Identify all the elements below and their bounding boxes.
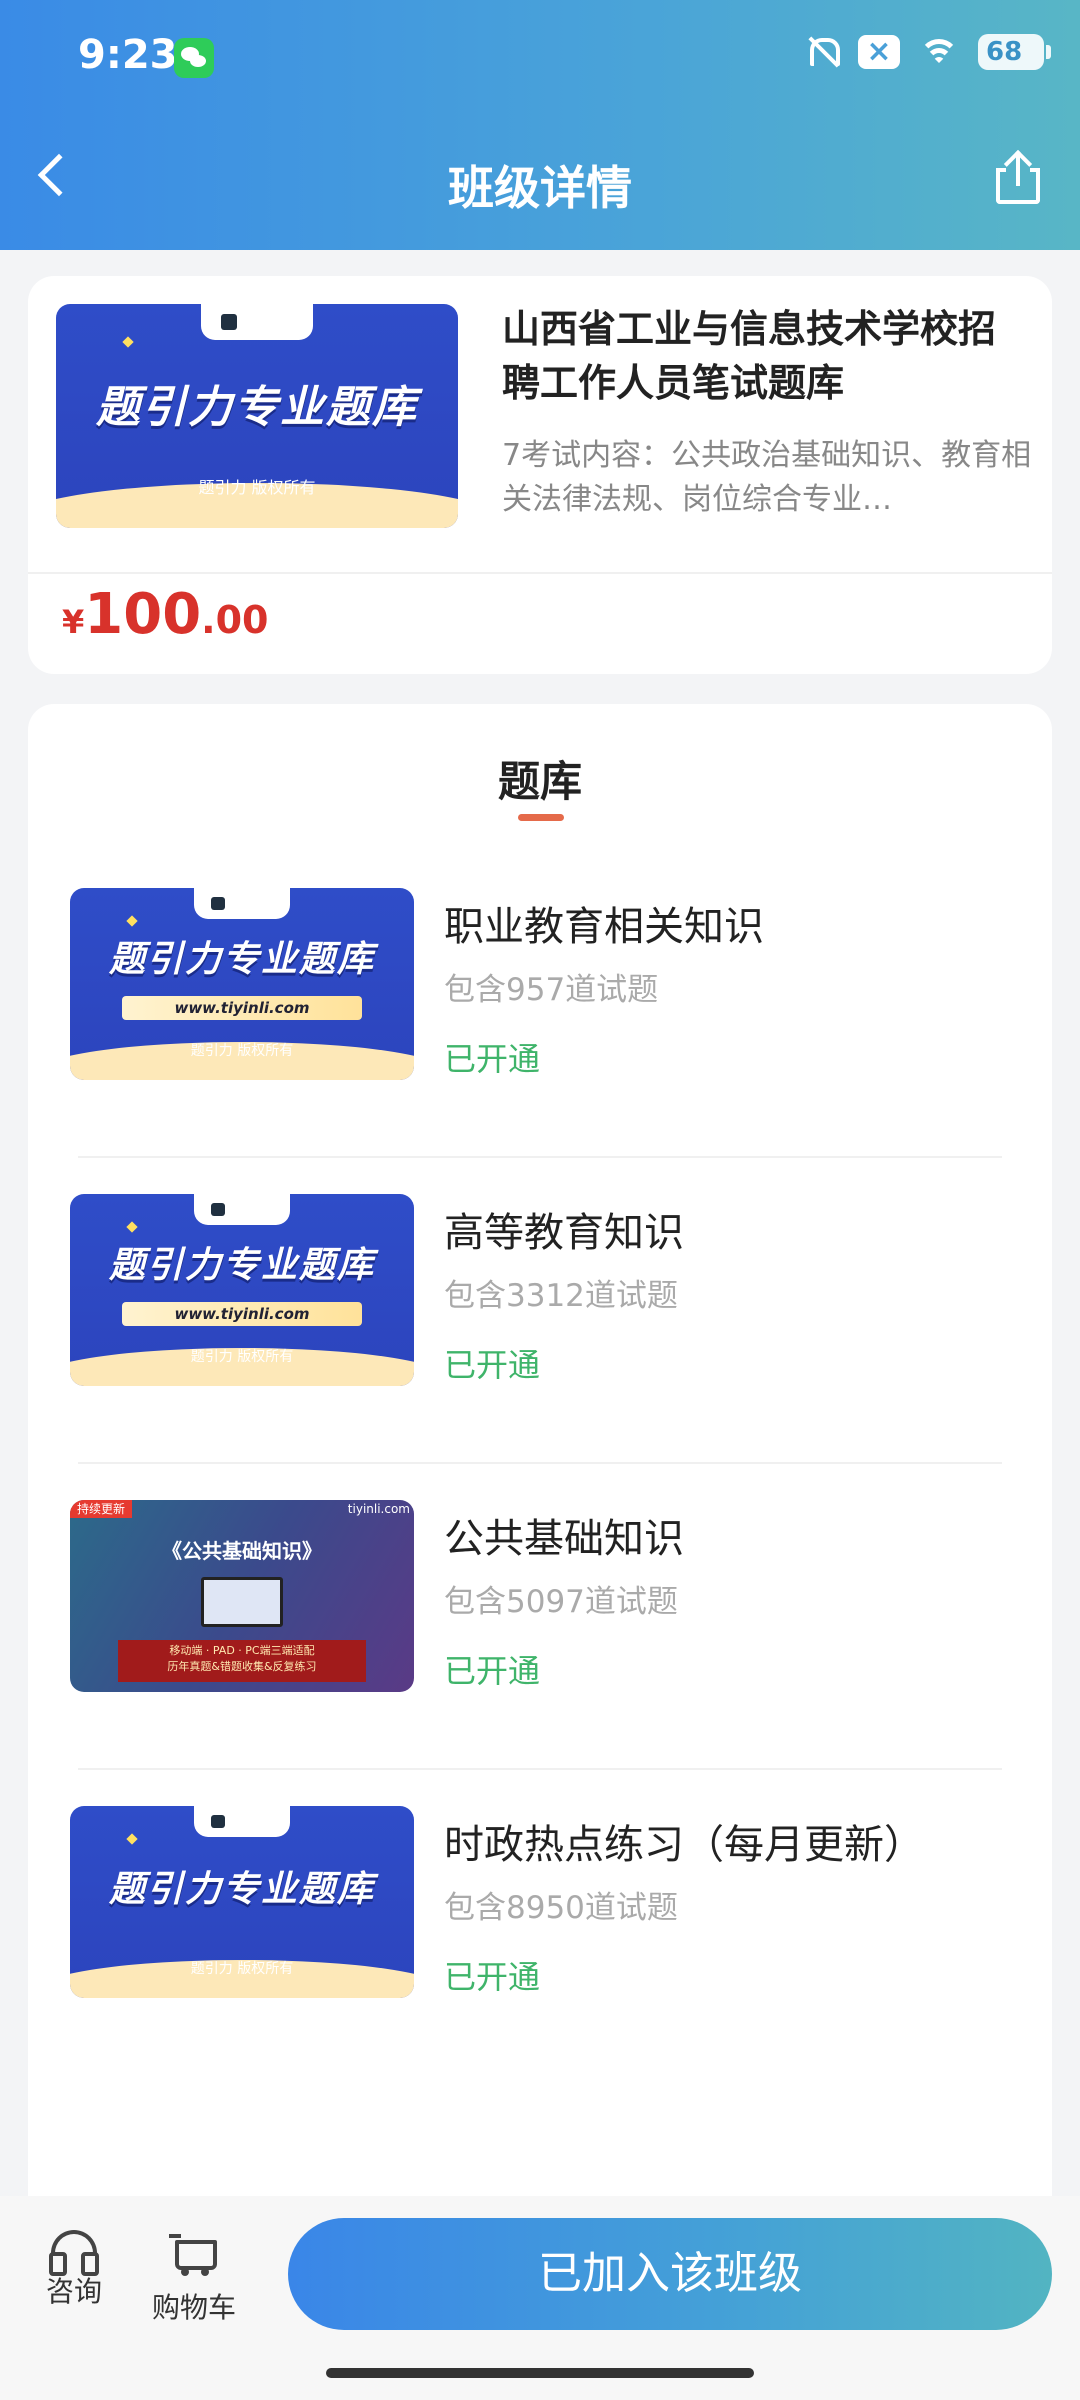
bank-status: 已开通: [444, 1346, 541, 1384]
class-info-card: 题引力专业题库 题引力 版权所有 山西省工业与信息技术学校招聘工作人员笔试题库 …: [28, 276, 1052, 674]
bank-name: 高等教育知识: [444, 1210, 684, 1256]
bank-cover-image: 题引力专业题库 www.tiyinli.com 题引力 版权所有: [70, 1194, 414, 1386]
bank-question-count: 包含5097道试题: [444, 1584, 678, 1620]
bank-question-count: 包含957道试题: [444, 972, 659, 1008]
question-bank-section: 题库 题引力专业题库 www.tiyinli.com 题引力 版权所有 职业教育…: [28, 704, 1052, 2204]
bank-name: 职业教育相关知识: [444, 904, 764, 950]
bank-status: 已开通: [444, 1040, 541, 1078]
device-illustration: [200, 1576, 284, 1627]
class-cover-image: 题引力专业题库 题引力 版权所有: [56, 304, 458, 528]
cover-banner-line: 历年真题&错题收集&反复练习: [167, 1660, 317, 1674]
share-icon[interactable]: [996, 149, 1040, 204]
cover-url: www.tiyinli.com: [121, 1301, 363, 1327]
cover-copyright: 题引力 版权所有: [190, 1960, 294, 1977]
cover-copyright: 题引力 版权所有: [198, 478, 316, 498]
status-icons: × 68: [804, 34, 1051, 70]
status-time: 9:23: [78, 32, 178, 78]
mute-bell-icon: [804, 34, 840, 70]
bank-cover-image: 题引力专业题库 题引力 版权所有: [70, 1806, 414, 1998]
battery-indicator: 68: [978, 34, 1051, 70]
divider: [78, 1462, 1002, 1464]
class-description: 7考试内容：公共政治基础知识、教育相关法律法规、岗位综合专业…: [502, 438, 1032, 517]
class-title: 山西省工业与信息技术学校招聘工作人员笔试题库: [502, 307, 997, 405]
price-integer: 100: [84, 582, 202, 647]
cover-banner: 移动端 · PAD · PC端三端适配 历年真题&错题收集&反复练习: [118, 1640, 366, 1683]
shopping-cart-icon: [169, 2230, 219, 2280]
page-title: 班级详情: [448, 161, 632, 215]
divider: [78, 1768, 1002, 1770]
bank-name: 时政热点练习（每月更新）: [444, 1822, 924, 1868]
status-bar: 9:23 × 68: [0, 0, 1080, 120]
cover-banner-line: 移动端 · PAD · PC端三端适配: [169, 1644, 315, 1658]
price-decimal: .00: [201, 598, 269, 642]
cart-label: 购物车: [151, 2291, 236, 2324]
bank-status: 已开通: [444, 1652, 541, 1690]
divider: [28, 572, 1052, 574]
bank-item[interactable]: 题引力专业题库 题引力 版权所有 时政热点练习（每月更新） 包含8950道试题 …: [28, 1772, 1052, 2078]
bank-question-count: 包含3312道试题: [444, 1278, 678, 1314]
divider: [78, 1156, 1002, 1158]
cover-copyright: 题引力 版权所有: [190, 1348, 294, 1365]
consult-button[interactable]: 咨询: [24, 2230, 124, 2310]
bank-item[interactable]: 持续更新 tiyinli.com 《公共基础知识》 移动端 · PAD · PC…: [28, 1466, 1052, 1772]
price-currency: ¥: [62, 603, 85, 641]
bank-item[interactable]: 题引力专业题库 www.tiyinli.com 题引力 版权所有 职业教育相关知…: [28, 854, 1052, 1160]
consult-label: 咨询: [45, 2275, 102, 2308]
bank-status: 已开通: [444, 1958, 541, 1996]
class-price: ¥100.00: [62, 582, 269, 647]
joined-class-button[interactable]: 已加入该班级: [288, 2218, 1052, 2330]
cover-logo: tiyinli.com: [347, 1502, 410, 1516]
cover-brand: 题引力专业题库: [108, 1245, 375, 1287]
cover-badge: 持续更新: [70, 1500, 132, 1518]
cover-copyright: 题引力 版权所有: [190, 1042, 294, 1059]
bank-item[interactable]: 题引力专业题库 www.tiyinli.com 题引力 版权所有 高等教育知识 …: [28, 1160, 1052, 1466]
bank-cover-image: 持续更新 tiyinli.com 《公共基础知识》 移动端 · PAD · PC…: [70, 1500, 414, 1692]
cover-title: 《公共基础知识》: [162, 1538, 322, 1563]
cover-brand: 题引力专业题库: [96, 382, 418, 434]
bank-question-count: 包含8950道试题: [444, 1890, 678, 1926]
app-header: 9:23 × 68 班级详情: [0, 0, 1080, 250]
headset-icon: [49, 2230, 99, 2276]
cover-url: www.tiyinli.com: [121, 995, 363, 1021]
bank-name: 公共基础知识: [444, 1516, 684, 1562]
no-sim-icon: ×: [858, 35, 900, 69]
wechat-icon: [174, 38, 214, 78]
home-indicator[interactable]: [326, 2368, 754, 2378]
cover-brand: 题引力专业题库: [108, 1868, 375, 1910]
bank-cover-image: 题引力专业题库 www.tiyinli.com 题引力 版权所有: [70, 888, 414, 1080]
cart-button[interactable]: 购物车: [144, 2230, 244, 2326]
cover-brand: 题引力专业题库: [108, 939, 375, 981]
section-underline: [518, 814, 564, 821]
wifi-icon: [918, 35, 960, 69]
section-title: 题库: [497, 757, 582, 806]
